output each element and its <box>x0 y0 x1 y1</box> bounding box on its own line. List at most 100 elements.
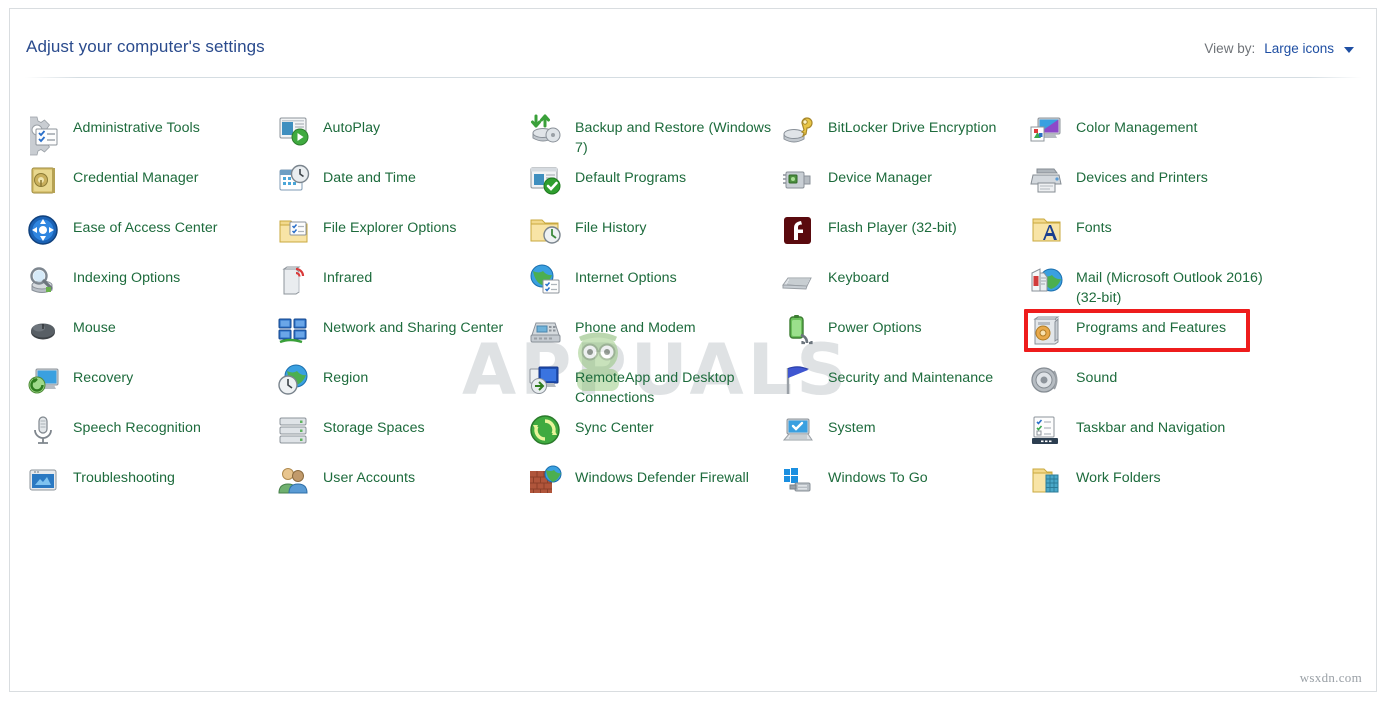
control-panel-item-phone-and-modem[interactable]: Phone and Modem <box>528 317 775 361</box>
control-panel-item-label: Network and Sharing Center <box>323 317 503 338</box>
mouse-icon <box>26 313 60 347</box>
control-panel-item-recovery[interactable]: Recovery <box>26 367 273 411</box>
chevron-down-icon[interactable] <box>1344 47 1354 53</box>
control-panel-item-power-options[interactable]: Power Options <box>781 317 1033 361</box>
control-panel-item-label: AutoPlay <box>323 117 380 138</box>
control-panel-item-date-and-time[interactable]: Date and Time <box>276 167 528 211</box>
file-explorer-options-icon <box>276 213 310 247</box>
header-divider <box>25 77 1362 78</box>
control-panel-item-user-accounts[interactable]: User Accounts <box>276 467 528 511</box>
control-panel-item-devices-and-printers[interactable]: Devices and Printers <box>1029 167 1286 211</box>
sync-center-icon <box>528 413 562 447</box>
control-panel-item-color-management[interactable]: Color Management <box>1029 117 1286 161</box>
control-panel-item-label: Credential Manager <box>73 167 199 188</box>
recovery-icon <box>26 363 60 397</box>
control-panel-item-default-programs[interactable]: Default Programs <box>528 167 775 211</box>
header: Adjust your computer's settings View by:… <box>10 9 1376 79</box>
control-panel-item-label: Color Management <box>1076 117 1197 138</box>
control-panel-item-label: Windows To Go <box>828 467 928 488</box>
control-panel-item-infrared[interactable]: Infrared <box>276 267 528 311</box>
control-panel-item-indexing-options[interactable]: Indexing Options <box>26 267 273 311</box>
control-panel-item-label: Security and Maintenance <box>828 367 993 388</box>
control-panel-item-fonts[interactable]: Fonts <box>1029 217 1286 261</box>
control-panel-item-autoplay[interactable]: AutoPlay <box>276 117 528 161</box>
file-history-icon <box>528 213 562 247</box>
control-panel-item-speech-recognition[interactable]: Speech Recognition <box>26 417 273 461</box>
control-panel-item-file-history[interactable]: File History <box>528 217 775 261</box>
work-folders-icon <box>1029 463 1063 497</box>
keyboard-icon <box>781 263 815 297</box>
remoteapp-and-desktop-connections-icon <box>528 363 562 397</box>
control-panel-item-label: Sync Center <box>575 417 654 438</box>
windows-to-go-icon <box>781 463 815 497</box>
control-panel-item-device-manager[interactable]: Device Manager <box>781 167 1033 211</box>
storage-spaces-icon <box>276 413 310 447</box>
mail-icon <box>1029 263 1063 297</box>
control-panel-item-windows-to-go[interactable]: Windows To Go <box>781 467 1033 511</box>
speech-recognition-icon <box>26 413 60 447</box>
control-panel-item-troubleshooting[interactable]: Troubleshooting <box>26 467 273 511</box>
control-panel-item-label: Infrared <box>323 267 372 288</box>
control-panel-item-label: Storage Spaces <box>323 417 425 438</box>
system-icon <box>781 413 815 447</box>
indexing-options-icon <box>26 263 60 297</box>
date-and-time-icon <box>276 163 310 197</box>
programs-and-features-icon <box>1029 313 1063 347</box>
control-panel-item-programs-and-features[interactable]: Programs and Features <box>1029 317 1286 361</box>
control-panel-item-work-folders[interactable]: Work Folders <box>1029 467 1286 511</box>
control-panel-item-region[interactable]: Region <box>276 367 528 411</box>
control-panel-item-label: Fonts <box>1076 217 1112 238</box>
view-by-control[interactable]: View by: Large icons <box>1204 41 1354 56</box>
control-panel-item-label: Date and Time <box>323 167 416 188</box>
control-panel-item-backup-and-restore-windows-7[interactable]: Backup and Restore (Windows 7) <box>528 117 775 161</box>
control-panel-item-administrative-tools[interactable]: Administrative Tools <box>26 117 273 161</box>
control-panel-item-mouse[interactable]: Mouse <box>26 317 273 361</box>
control-panel-item-label: Backup and Restore (Windows 7) <box>575 117 775 158</box>
ease-of-access-center-icon <box>26 213 60 247</box>
control-panel-item-label: File Explorer Options <box>323 217 457 238</box>
control-panel-item-label: System <box>828 417 876 438</box>
control-panel-item-bitlocker-drive-encryption[interactable]: BitLocker Drive Encryption <box>781 117 1033 161</box>
control-panel-item-system[interactable]: System <box>781 417 1033 461</box>
control-panel-item-ease-of-access-center[interactable]: Ease of Access Center <box>26 217 273 261</box>
control-panel-item-label: Sound <box>1076 367 1117 388</box>
control-panel-item-label: Flash Player (32-bit) <box>828 217 957 238</box>
control-panel-item-keyboard[interactable]: Keyboard <box>781 267 1033 311</box>
control-panel-item-internet-options[interactable]: Internet Options <box>528 267 775 311</box>
troubleshooting-icon <box>26 463 60 497</box>
control-panel-item-label: Mail (Microsoft Outlook 2016) (32-bit) <box>1076 267 1286 308</box>
control-panel-item-security-and-maintenance[interactable]: Security and Maintenance <box>781 367 1033 411</box>
control-panel-item-label: Region <box>323 367 368 388</box>
backup-and-restore-icon <box>528 113 562 147</box>
control-panel-item-sync-center[interactable]: Sync Center <box>528 417 775 461</box>
view-by-value[interactable]: Large icons <box>1264 41 1334 56</box>
control-panel-item-label: Default Programs <box>575 167 686 188</box>
sound-icon <box>1029 363 1063 397</box>
taskbar-and-navigation-icon <box>1029 413 1063 447</box>
control-panel-item-file-explorer-options[interactable]: File Explorer Options <box>276 217 528 261</box>
control-panel-item-mail-microsoft-outlook-2016-32-bit[interactable]: Mail (Microsoft Outlook 2016) (32-bit) <box>1029 267 1286 311</box>
autoplay-icon <box>276 113 310 147</box>
bitlocker-drive-encryption-icon <box>781 113 815 147</box>
color-management-icon <box>1029 113 1063 147</box>
default-programs-icon <box>528 163 562 197</box>
control-panel-item-network-and-sharing-center[interactable]: Network and Sharing Center <box>276 317 528 361</box>
control-panel-item-flash-player-32-bit[interactable]: Flash Player (32-bit) <box>781 217 1033 261</box>
control-panel-item-credential-manager[interactable]: Credential Manager <box>26 167 273 211</box>
control-panel-item-label: Troubleshooting <box>73 467 175 488</box>
internet-options-icon <box>528 263 562 297</box>
control-panel-item-remoteapp-and-desktop-connections[interactable]: RemoteApp and Desktop Connections <box>528 367 775 411</box>
control-panel-item-windows-defender-firewall[interactable]: Windows Defender Firewall <box>528 467 775 511</box>
control-panel-item-label: Mouse <box>73 317 116 338</box>
control-panel-window: APPUALS Adjust your computer's settings … <box>9 8 1377 692</box>
control-panel-item-label: Speech Recognition <box>73 417 201 438</box>
control-panel-item-label: BitLocker Drive Encryption <box>828 117 996 138</box>
control-panel-item-sound[interactable]: Sound <box>1029 367 1286 411</box>
control-panel-item-label: Ease of Access Center <box>73 217 218 238</box>
control-panel-item-label: Internet Options <box>575 267 677 288</box>
control-panel-item-label: Taskbar and Navigation <box>1076 417 1225 438</box>
control-panel-item-label: Phone and Modem <box>575 317 696 338</box>
control-panel-item-taskbar-and-navigation[interactable]: Taskbar and Navigation <box>1029 417 1286 461</box>
user-accounts-icon <box>276 463 310 497</box>
control-panel-item-storage-spaces[interactable]: Storage Spaces <box>276 417 528 461</box>
